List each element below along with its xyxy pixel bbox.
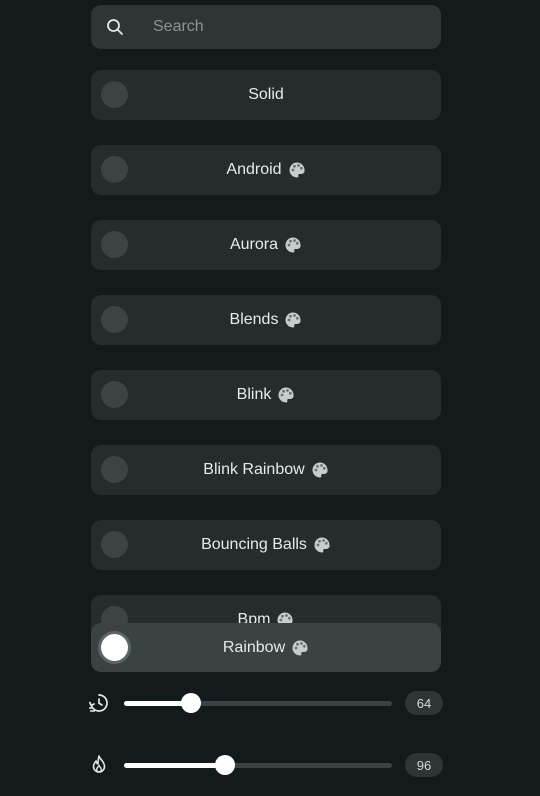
search-bar[interactable]: [91, 5, 441, 49]
intensity-slider-row: 96: [88, 753, 443, 779]
intensity-slider-thumb[interactable]: [214, 755, 235, 775]
effect-label: Blends: [229, 311, 279, 328]
palette-icon: [289, 162, 305, 178]
speed-history-icon: [88, 694, 108, 712]
effects-list[interactable]: Solid Android Aurora Blends Blink Blink Rainb…: [91, 70, 441, 635]
effect-list-item[interactable]: Aurora: [91, 220, 441, 270]
effect-label: Aurora: [229, 236, 279, 253]
intensity-value: 96: [405, 753, 443, 777]
flame-icon: [92, 755, 106, 773]
search-icon: [107, 19, 123, 35]
effect-label: Blink: [236, 386, 272, 403]
palette-icon: [312, 462, 328, 478]
effect-list-item[interactable]: Bouncing Balls: [91, 520, 441, 570]
effect-label: Android: [226, 161, 282, 178]
speed-slider[interactable]: [124, 693, 392, 713]
speed-slider-thumb[interactable]: [181, 693, 202, 713]
palette-icon: [292, 640, 308, 655]
speed-value: 64: [405, 691, 443, 715]
palette-icon: [285, 312, 302, 328]
effect-label: Blink Rainbow: [203, 461, 305, 478]
intensity-slider[interactable]: [124, 755, 392, 775]
effect-label: Bouncing Balls: [201, 536, 307, 553]
effect-label: Solid: [248, 86, 284, 103]
search-input[interactable]: [153, 5, 423, 49]
effect-list-item[interactable]: Solid: [91, 70, 441, 120]
selected-effect-label: Rainbow: [222, 638, 286, 656]
effect-list-item[interactable]: Blends: [91, 295, 441, 345]
effect-list-item[interactable]: Blink: [91, 370, 441, 420]
speed-slider-row: 64: [88, 691, 443, 717]
selected-effect-row[interactable]: Rainbow: [91, 623, 441, 672]
effect-list-item[interactable]: Blink Rainbow: [91, 445, 441, 495]
palette-icon: [314, 537, 330, 553]
effect-list-item[interactable]: Android: [91, 145, 441, 195]
palette-icon: [285, 237, 301, 253]
intensity-slider-fill: [124, 763, 225, 768]
palette-icon: [278, 387, 294, 403]
